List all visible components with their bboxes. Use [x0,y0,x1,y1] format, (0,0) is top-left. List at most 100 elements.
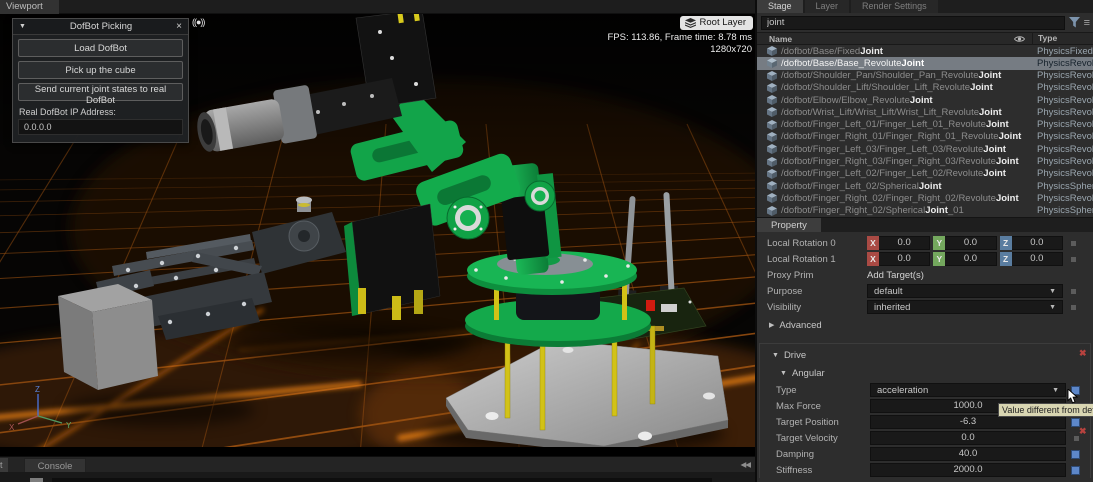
root-layer-button[interactable]: Root Layer [680,16,753,30]
axis-z-label: Z [35,385,40,394]
stiffness-row: Stiffness 2000.0 [760,462,1090,478]
prim-path: /dofbot/Finger_Left_01/Finger_Left_01_Re… [781,119,1032,130]
remove-attribute-icon[interactable]: ✖ [1079,426,1087,437]
prim-type: PhysicsRevoluteJoint [1032,131,1093,142]
prim-path: /dofbot/Shoulder_Lift/Shoulder_Lift_Revo… [781,82,1032,93]
close-icon[interactable]: × [176,21,182,32]
column-name[interactable]: Name [757,34,1014,44]
visibility-dropdown[interactable]: inherited▼ [867,300,1063,314]
mouse-cursor [1067,389,1080,404]
axis-x-label: X [9,423,15,432]
default-indicator[interactable] [1071,241,1076,246]
omniverse-window: Viewport [0,0,1093,482]
default-indicator[interactable] [1071,257,1076,262]
tab-layer[interactable]: Layer [805,0,850,13]
drive-section-header[interactable]: ▼ Drive [760,346,1090,364]
target-velocity-input[interactable]: 0.0 [870,431,1066,445]
local-rotation-1-label: Local Rotation 1 [767,254,867,265]
local-rotation-1-z[interactable]: 0.0 [1012,252,1063,266]
clipped-tab[interactable]: t [0,458,8,473]
axis-y-label: Y [66,421,72,430]
table-row[interactable]: /dofbot/Base/FixedJoint PhysicsFixedJoin… [757,45,1093,57]
filter-icon[interactable] [1069,17,1080,28]
table-row[interactable]: /dofbot/Wrist_Lift/Wrist_Lift/Wrist_Lift… [757,106,1093,118]
table-row[interactable]: /dofbot/Finger_Right_01/Finger_Right_01_… [757,131,1093,143]
console-input-edge [52,478,712,482]
table-row[interactable]: /dofbot/Finger_Right_02/SphericalJoint_0… [757,204,1093,216]
ip-address-input[interactable] [18,119,183,135]
pick-up-cube-button[interactable]: Pick up the cube [18,61,183,79]
target-position-input[interactable]: -6.3 [870,415,1066,429]
prim-type: PhysicsRevoluteJoint [1032,58,1093,69]
y-badge: Y [933,236,945,250]
prim-type: PhysicsRevoluteJoint [1032,119,1093,130]
table-row-selected[interactable]: /dofbot/Base/Base_RevoluteJoint PhysicsR… [757,57,1093,69]
prim-type: PhysicsRevoluteJoint [1032,82,1093,93]
purpose-label: Purpose [767,286,867,297]
local-rotation-1-x[interactable]: 0.0 [879,252,930,266]
local-rotation-1-y[interactable]: 0.0 [945,252,996,266]
console-grip[interactable] [30,478,43,482]
local-rotation-1-row: Local Rotation 1 X0.0 Y0.0 Z0.0 [757,251,1093,267]
visibility-eye-icon[interactable] [1014,35,1032,43]
drive-type-label: Type [776,385,870,396]
table-row[interactable]: /dofbot/Elbow/Elbow_RevoluteJoint Physic… [757,94,1093,106]
collapse-left-icon[interactable]: ◀◀ [740,460,750,469]
viewport-3d[interactable]: ▼ DofBot Picking × Load DofBot Pick up t… [0,14,756,456]
remove-drive-icon[interactable]: ✖ [1079,348,1087,359]
table-row[interactable]: /dofbot/Finger_Left_02/SphericalJoint Ph… [757,180,1093,192]
load-dofbot-button[interactable]: Load DofBot [18,39,183,57]
add-targets-button[interactable]: Add Target(s) [867,270,924,281]
layers-icon [685,18,696,28]
local-rotation-0-y[interactable]: 0.0 [945,236,996,250]
live-sync-icon[interactable]: ((●)) [192,17,204,27]
stage-search-input[interactable] [761,16,1065,30]
x-badge: X [867,236,879,250]
default-indicator[interactable] [1071,289,1076,294]
stiffness-input[interactable]: 2000.0 [870,463,1066,477]
purpose-dropdown[interactable]: default▼ [867,284,1063,298]
target-velocity-row: Target Velocity 0.0 [760,430,1090,446]
tab-property[interactable]: Property [757,218,821,232]
modified-indicator[interactable] [1071,466,1080,475]
prim-path: /dofbot/Elbow/Elbow_RevoluteJoint [781,95,1032,106]
gray-cube [58,284,158,390]
angular-label: Angular [792,368,825,379]
local-rotation-0-z[interactable]: 0.0 [1012,236,1063,250]
dofbot-panel-header[interactable]: ▼ DofBot Picking × [13,19,188,35]
table-row[interactable]: /dofbot/Finger_Left_01/Finger_Left_01_Re… [757,119,1093,131]
table-row[interactable]: /dofbot/Finger_Right_03/Finger_Right_03/… [757,155,1093,167]
tab-viewport[interactable]: Viewport [0,0,59,14]
table-row[interactable]: /dofbot/Shoulder_Lift/Shoulder_Lift_Revo… [757,82,1093,94]
angular-section-header[interactable]: ▼ Angular [760,364,1090,382]
z-badge: Z [1000,252,1012,266]
tab-stage[interactable]: Stage [757,0,803,13]
options-menu-icon[interactable]: ≡ [1084,17,1090,29]
table-row[interactable]: /dofbot/Shoulder_Pan/Shoulder_Pan_Revolu… [757,70,1093,82]
column-type[interactable]: Type [1032,32,1093,45]
prim-cube-icon [767,83,777,93]
table-row[interactable]: /dofbot/Finger_Right_02/Finger_Right_02/… [757,192,1093,204]
chevron-down-icon: ▼ [1052,387,1059,394]
stage-search-row: ≡ [757,13,1093,32]
local-rotation-0-x[interactable]: 0.0 [879,236,930,250]
tab-render-settings[interactable]: Render Settings [851,0,938,13]
stiffness-label: Stiffness [776,465,870,476]
modified-indicator[interactable] [1071,450,1080,459]
table-row[interactable]: /dofbot/Finger_Left_02/Finger_Left_02/Re… [757,168,1093,180]
damping-input[interactable]: 40.0 [870,447,1066,461]
advanced-label: Advanced [779,320,821,331]
prim-path: /dofbot/Finger_Right_02/Finger_Right_02/… [781,193,1032,204]
table-row[interactable]: /dofbot/Finger_Left_03/Finger_Left_03/Re… [757,143,1093,155]
prim-path: /dofbot/Wrist_Lift/Wrist_Lift/Wrist_Lift… [781,107,1032,118]
drive-type-dropdown[interactable]: acceleration▼ [870,383,1066,397]
send-joint-states-button[interactable]: Send current joint states to real DofBot [18,83,183,101]
advanced-section-header[interactable]: ▶ Advanced [757,315,1093,335]
tab-console[interactable]: Console [24,458,86,473]
fps-counter: FPS: 113.86, Frame time: 8.78 ms [608,32,753,44]
prim-cube-icon [767,132,777,142]
default-indicator[interactable] [1071,305,1076,310]
prim-cube-icon [767,181,777,191]
collapse-arrow-icon[interactable]: ▼ [19,23,26,30]
prim-type: PhysicsRevoluteJoint [1032,95,1093,106]
